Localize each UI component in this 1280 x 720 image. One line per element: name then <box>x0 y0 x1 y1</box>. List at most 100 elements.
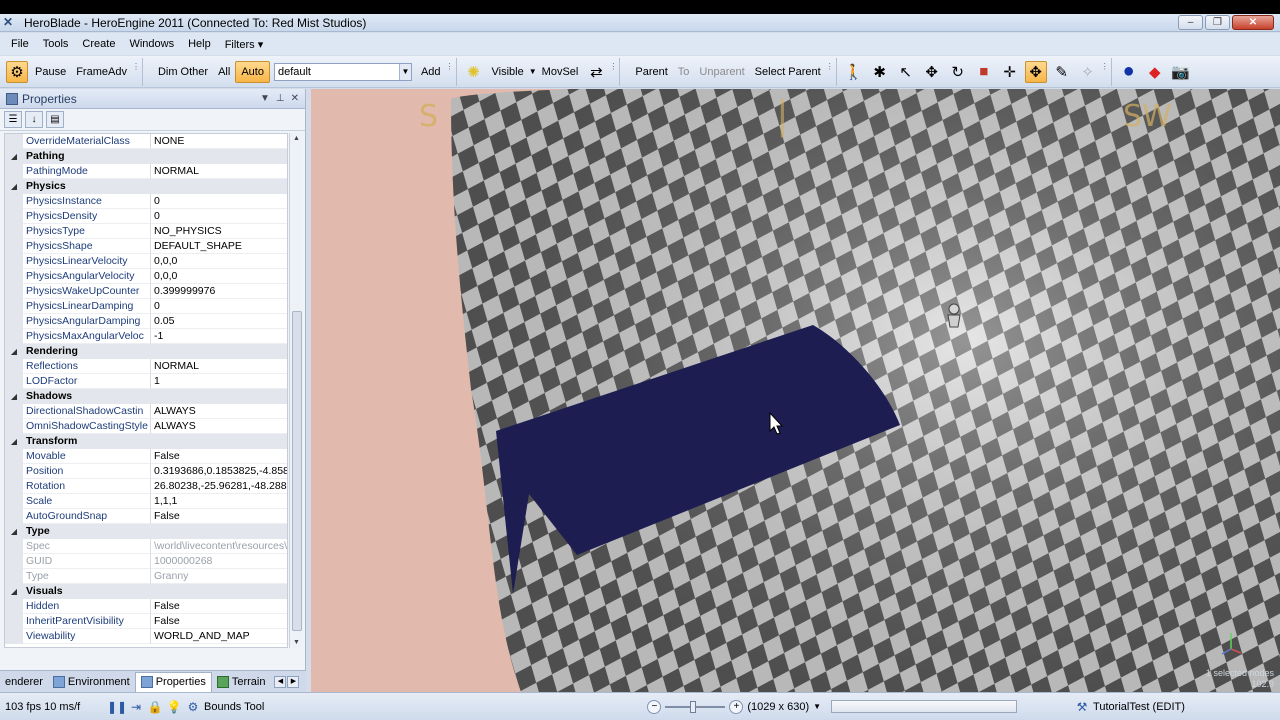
move-axis-icon[interactable]: ✛ <box>999 61 1021 83</box>
bounds-tool-icon[interactable]: ⚙ <box>185 699 201 715</box>
panel-menu-icon[interactable]: ▼ <box>260 93 270 104</box>
menu-help[interactable]: Help <box>181 38 218 50</box>
property-row[interactable]: PhysicsAngularVelocity 0,0,0 <box>5 269 287 284</box>
character-icon[interactable]: 🚶 <box>843 61 865 83</box>
property-grid-scrollbar[interactable]: ▲ ▼ <box>289 133 303 648</box>
property-row[interactable]: PhysicsMaxAngularVeloc -1 <box>5 329 287 344</box>
property-row[interactable]: PhysicsShape DEFAULT_SHAPE <box>5 239 287 254</box>
zoom-slider[interactable] <box>665 700 726 713</box>
tab-renderer[interactable]: enderer <box>0 672 48 692</box>
property-row[interactable]: DirectionalShadowCastin ALWAYS <box>5 404 287 419</box>
property-value[interactable]: False <box>151 509 287 524</box>
frame-adv-button[interactable]: FrameAdv <box>71 62 132 82</box>
menu-file[interactable]: File <box>4 38 36 50</box>
zoom-slider-knob[interactable] <box>690 700 697 713</box>
paw-icon[interactable]: ✱ <box>869 61 891 83</box>
property-value[interactable]: NORMAL <box>151 359 287 374</box>
pause-button[interactable]: Pause <box>30 62 71 82</box>
property-row[interactable]: PhysicsAngularDamping 0.05 <box>5 314 287 329</box>
tab-terrain[interactable]: Terrain <box>212 672 271 692</box>
resolution-dropdown-icon[interactable]: ▼ <box>813 702 821 711</box>
property-category[interactable]: ◢ Shadows <box>5 389 287 404</box>
move-icon[interactable]: ✥ <box>921 61 943 83</box>
minimize-button[interactable]: – <box>1178 15 1203 30</box>
property-value[interactable]: 26.80238,-25.96281,-48.28857 <box>151 479 287 494</box>
menu-create[interactable]: Create <box>75 38 122 50</box>
property-value[interactable]: 0,0,0 <box>151 254 287 269</box>
add-button[interactable]: Add <box>416 62 446 82</box>
property-row[interactable]: LODFactor 1 <box>5 374 287 389</box>
auto-button[interactable]: Auto <box>235 60 270 83</box>
tab-scroll-right-icon[interactable]: ▶ <box>287 675 300 688</box>
scale-icon[interactable]: ■ <box>973 61 995 83</box>
play-mode-icon[interactable]: ⚙ <box>6 60 28 83</box>
snap-move-icon[interactable]: ✥ <box>1024 60 1047 83</box>
property-value[interactable]: ALWAYS <box>151 404 287 419</box>
close-icon[interactable]: ✕ <box>291 93 299 104</box>
chevron-down-icon[interactable]: ▼ <box>529 67 537 76</box>
toolbar-grip-icon[interactable]: ⋮ <box>826 61 834 83</box>
maximize-button[interactable]: ❐ <box>1205 15 1230 30</box>
sparkle-icon[interactable]: ✧ <box>1077 61 1099 83</box>
collapse-icon[interactable]: ◢ <box>5 524 23 539</box>
property-row[interactable]: Viewability WORLD_AND_MAP <box>5 629 287 644</box>
menu-windows[interactable]: Windows <box>122 38 181 50</box>
rotate-icon[interactable]: ↻ <box>947 61 969 83</box>
property-row[interactable]: GUID 1000000268 <box>5 554 287 569</box>
property-value[interactable]: -1 <box>151 329 287 344</box>
unparent-button[interactable]: Unparent <box>694 62 749 82</box>
toolbar-grip-icon[interactable]: ⋮ <box>446 61 454 83</box>
property-row[interactable]: PhysicsLinearVelocity 0,0,0 <box>5 254 287 269</box>
property-row[interactable]: OverrideMaterialClass NONE <box>5 134 287 149</box>
property-value[interactable]: NO_PHYSICS <box>151 224 287 239</box>
property-category[interactable]: ◢ Pathing <box>5 149 287 164</box>
property-value[interactable]: WORLD_AND_MAP <box>151 629 287 644</box>
property-value[interactable]: 1 <box>151 374 287 389</box>
property-value[interactable]: NORMAL <box>151 164 287 179</box>
dim-other-button[interactable]: Dim Other <box>153 62 213 82</box>
chevron-down-icon[interactable]: ▼ <box>398 63 411 80</box>
property-row[interactable]: OmniShadowCastingStyle ALWAYS <box>5 419 287 434</box>
property-row[interactable]: PhysicsType NO_PHYSICS <box>5 224 287 239</box>
menu-tools[interactable]: Tools <box>36 38 76 50</box>
property-value[interactable]: False <box>151 614 287 629</box>
property-value[interactable]: False <box>151 599 287 614</box>
property-row[interactable]: AutoGroundSnap False <box>5 509 287 524</box>
menu-filters[interactable]: Filters ▾ <box>218 38 271 51</box>
pin-icon[interactable]: ⊥ <box>276 93 285 104</box>
tab-environment[interactable]: Environment <box>48 672 135 692</box>
toolbar-grip-icon[interactable]: ⋮ <box>609 61 617 83</box>
eraser-icon[interactable]: ◆ <box>1144 61 1166 83</box>
zoom-out-button[interactable]: − <box>647 699 662 714</box>
property-value[interactable]: False <box>151 449 287 464</box>
property-row[interactable]: Type Granny <box>5 569 287 584</box>
tab-properties[interactable]: Properties <box>134 671 212 692</box>
property-row[interactable]: PhysicsInstance 0 <box>5 194 287 209</box>
property-value[interactable]: 0,0,0 <box>151 269 287 284</box>
pause-bars-icon[interactable]: ❚❚ <box>107 699 127 715</box>
movsel-button[interactable]: MovSel <box>537 62 584 82</box>
property-row[interactable]: PhysicsDensity 0 <box>5 209 287 224</box>
property-value[interactable]: 0.399999976 <box>151 284 287 299</box>
property-category[interactable]: ◢ Physics <box>5 179 287 194</box>
visible-button[interactable]: Visible <box>487 62 529 82</box>
sort-alpha-icon[interactable]: ↓ <box>25 111 43 128</box>
property-row[interactable]: Position 0.3193686,0.1853825,-4.85883 <box>5 464 287 479</box>
close-button[interactable]: ✕ <box>1232 15 1274 30</box>
property-value[interactable]: 0 <box>151 299 287 314</box>
property-row[interactable]: PathingMode NORMAL <box>5 164 287 179</box>
property-row[interactable]: Reflections NORMAL <box>5 359 287 374</box>
collapse-icon[interactable]: ◢ <box>5 179 23 194</box>
cursor-select-icon[interactable]: ↖ <box>895 61 917 83</box>
all-button[interactable]: All <box>213 62 235 82</box>
to-button[interactable]: To <box>673 62 695 82</box>
lock-icon[interactable]: 🔒 <box>147 699 163 715</box>
collapse-icon[interactable]: ◢ <box>5 389 23 404</box>
property-value[interactable]: 0.3193686,0.1853825,-4.85883 <box>151 464 287 479</box>
property-value[interactable]: 1,1,1 <box>151 494 287 509</box>
light-bulb-icon[interactable]: ✺ <box>463 61 485 83</box>
property-value[interactable]: DEFAULT_SHAPE <box>151 239 287 254</box>
filter-combo[interactable]: default ▼ <box>273 62 412 81</box>
property-row[interactable]: Movable False <box>5 449 287 464</box>
tab-scroll-left-icon[interactable]: ◀ <box>274 675 287 688</box>
